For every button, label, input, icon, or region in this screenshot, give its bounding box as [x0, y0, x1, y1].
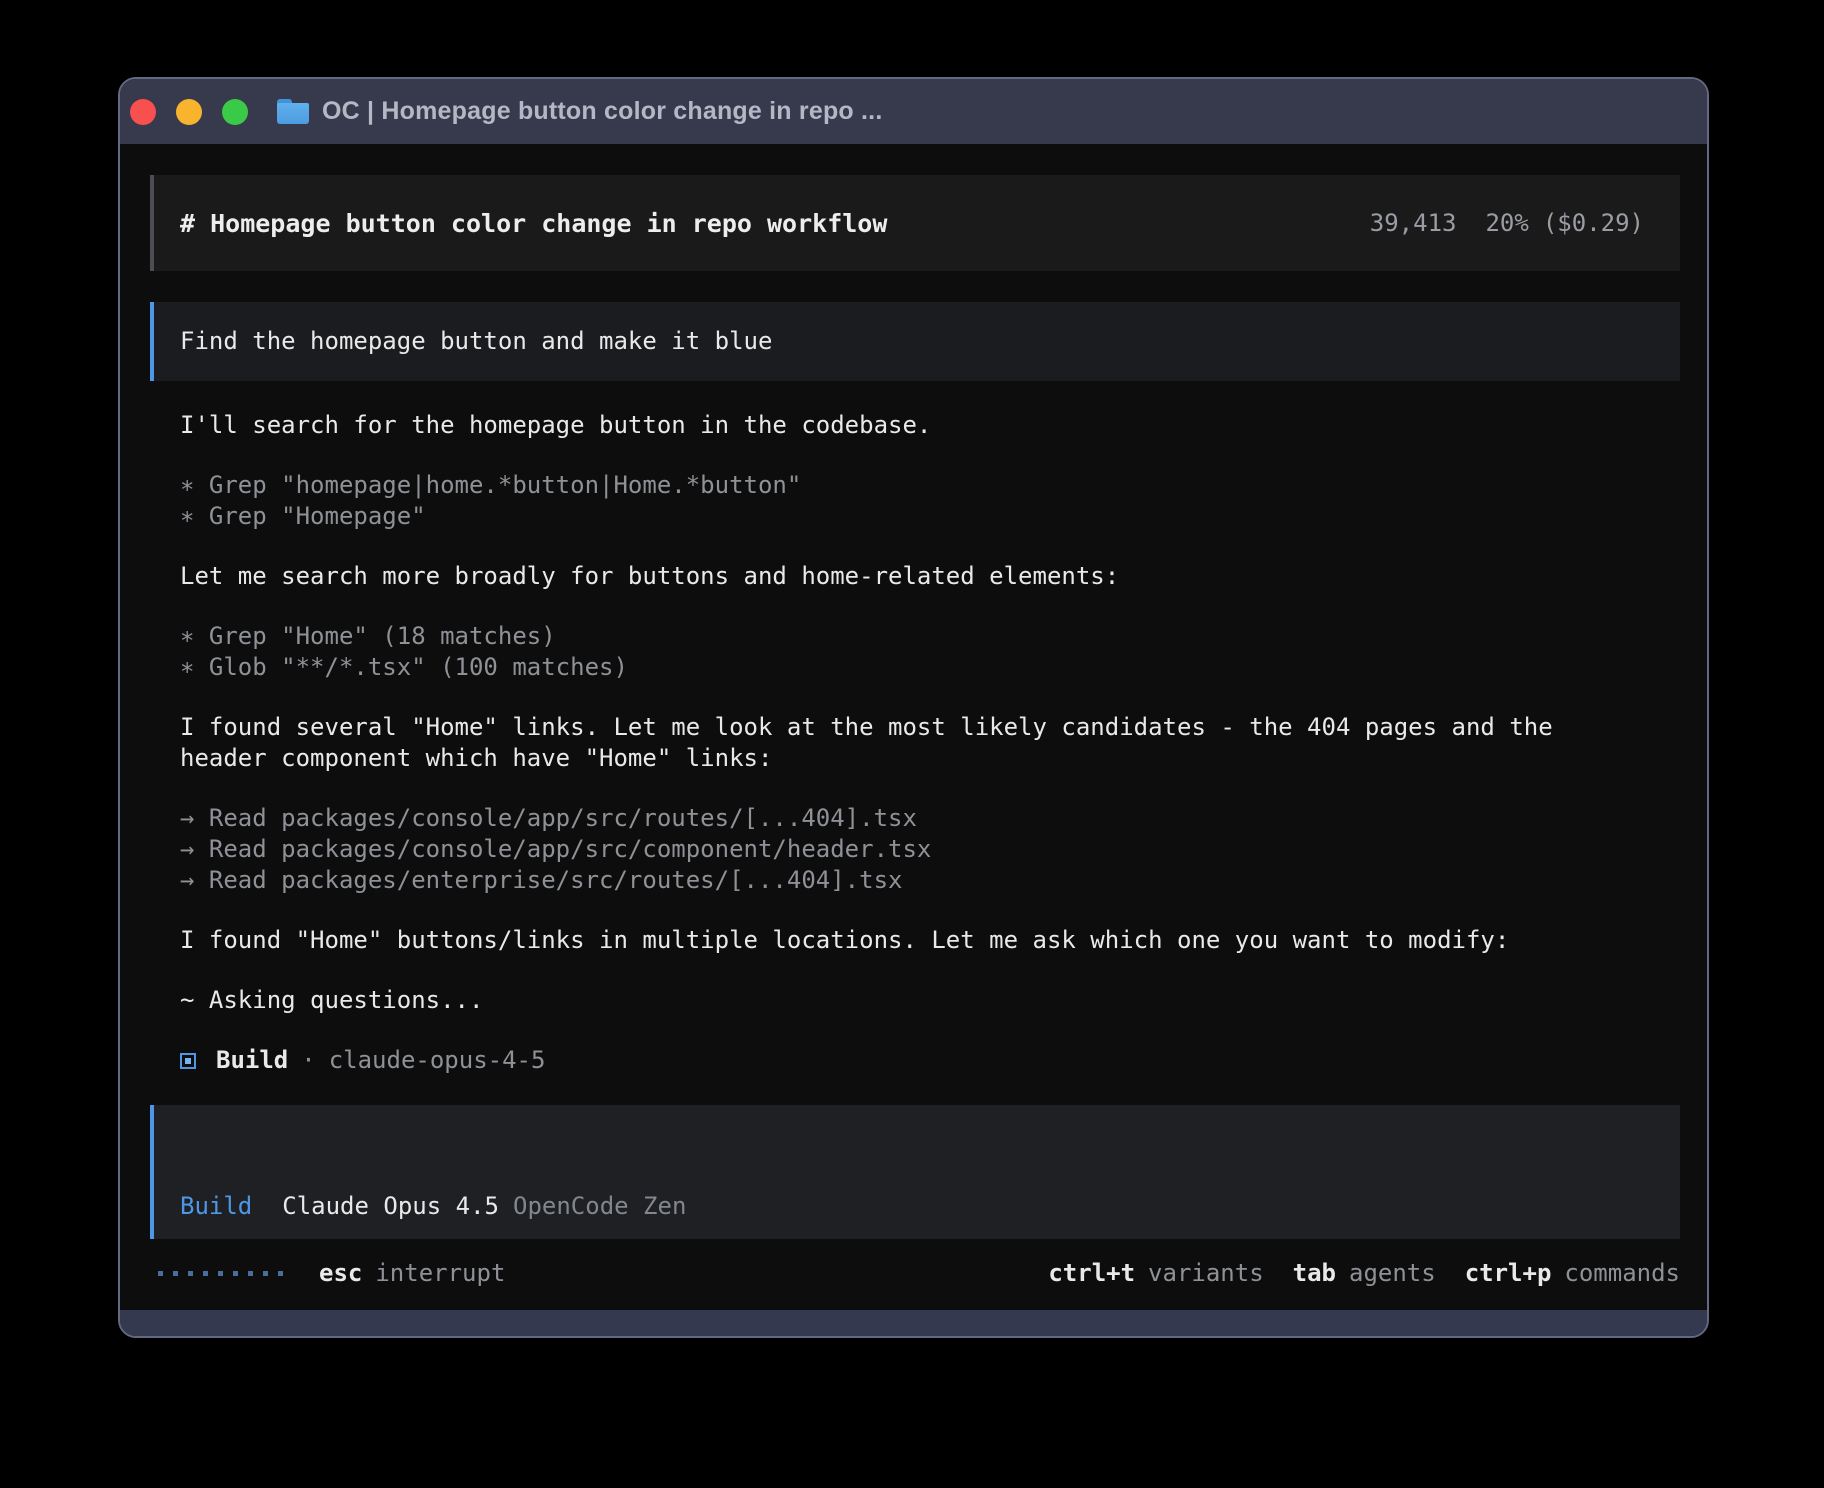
shortcut-label-variants: variants: [1148, 1258, 1264, 1289]
status-line-asking: ~ Asking questions...: [180, 985, 1590, 1016]
tool-line-glob: ∗ Glob "**/*.tsx" (100 matches): [180, 652, 1590, 683]
terminal-content: # Homepage button color change in repo w…: [120, 144, 1707, 1289]
assistant-transcript: I'll search for the homepage button in t…: [180, 410, 1680, 1016]
minimize-button[interactable]: [176, 99, 202, 125]
session-title: # Homepage button color change in repo w…: [180, 208, 1370, 239]
shortcut-key-ctrl-t: ctrl+t: [1048, 1258, 1135, 1289]
input-mode-label[interactable]: Build: [180, 1191, 252, 1222]
shortcut-key-esc: esc: [319, 1258, 362, 1289]
spinner-dot: [218, 1271, 223, 1276]
zoom-button[interactable]: [222, 99, 248, 125]
tool-line-grep: ∗ Grep "Homepage": [180, 501, 1590, 532]
token-count: 39,413: [1370, 209, 1457, 237]
window-title: OC | Homepage button color change in rep…: [322, 97, 882, 126]
shortcut-label-commands: commands: [1564, 1258, 1680, 1289]
close-button[interactable]: [130, 99, 156, 125]
input-model-label[interactable]: Claude Opus 4.5: [282, 1191, 499, 1222]
shortcut-key-ctrl-p: ctrl+p: [1465, 1258, 1552, 1289]
session-cost: ($0.29): [1543, 209, 1644, 237]
user-message: Find the homepage button and make it blu…: [150, 302, 1680, 381]
spinner-dot: [203, 1271, 208, 1276]
agent-name: Build: [216, 1045, 288, 1076]
session-header: # Homepage button color change in repo w…: [150, 175, 1680, 271]
spinner-dot: [158, 1271, 163, 1276]
prompt-input[interactable]: Build Claude Opus 4.5 OpenCode Zen: [150, 1105, 1680, 1239]
session-stats: 39,413 20% ($0.29): [1370, 208, 1644, 239]
user-message-text: Find the homepage button and make it blu…: [180, 326, 772, 357]
context-percent: 20%: [1485, 209, 1528, 237]
status-bar: esc interrupt ctrl+t variants tab agents…: [150, 1258, 1680, 1289]
status-bar-shortcuts: ctrl+t variants tab agents ctrl+p comman…: [1019, 1258, 1680, 1289]
input-footer: Build Claude Opus 4.5 OpenCode Zen: [180, 1191, 686, 1222]
assistant-text: I found several "Home" links. Let me loo…: [180, 712, 1590, 774]
agent-separator: ·: [301, 1045, 315, 1076]
shortcut-key-tab: tab: [1293, 1258, 1336, 1289]
shortcut-label-interrupt: interrupt: [375, 1258, 505, 1289]
input-provider-label: OpenCode Zen: [513, 1191, 686, 1222]
terminal-window: OC | Homepage button color change in rep…: [118, 77, 1709, 1338]
shortcut-commands: ctrl+p commands: [1465, 1258, 1680, 1289]
shortcut-agents: tab agents: [1293, 1258, 1436, 1289]
assistant-text: I found "Home" buttons/links in multiple…: [180, 925, 1590, 956]
spinner-dot: [278, 1271, 283, 1276]
tool-line-read: → Read packages/console/app/src/routes/[…: [180, 803, 1590, 834]
agent-badge: Build · claude-opus-4-5: [180, 1045, 1680, 1076]
shortcut-label-agents: agents: [1349, 1258, 1436, 1289]
spinner-dot: [173, 1271, 178, 1276]
spinner-dot: [233, 1271, 238, 1276]
shortcut-variants: ctrl+t variants: [1048, 1258, 1263, 1289]
window-titlebar[interactable]: OC | Homepage button color change in rep…: [120, 79, 1707, 144]
desktop-background: OC | Homepage button color change in rep…: [0, 0, 1824, 1488]
tool-line-grep: ∗ Grep "Home" (18 matches): [180, 621, 1590, 652]
spinner-dots: [158, 1271, 293, 1276]
tool-line-read: → Read packages/console/app/src/componen…: [180, 834, 1590, 865]
window-bottom-strip: [120, 1310, 1707, 1336]
agent-build-icon: [180, 1053, 196, 1069]
tool-line-grep: ∗ Grep "homepage|home.*button|Home.*butt…: [180, 470, 1590, 501]
tool-line-read: → Read packages/enterprise/src/routes/[.…: [180, 865, 1590, 896]
spinner-dot: [263, 1271, 268, 1276]
spinner-dot: [248, 1271, 253, 1276]
agent-model: claude-opus-4-5: [329, 1045, 546, 1076]
assistant-text: Let me search more broadly for buttons a…: [180, 561, 1590, 592]
assistant-text: I'll search for the homepage button in t…: [180, 410, 1590, 441]
spinner-dot: [188, 1271, 193, 1276]
folder-icon: [277, 99, 309, 124]
